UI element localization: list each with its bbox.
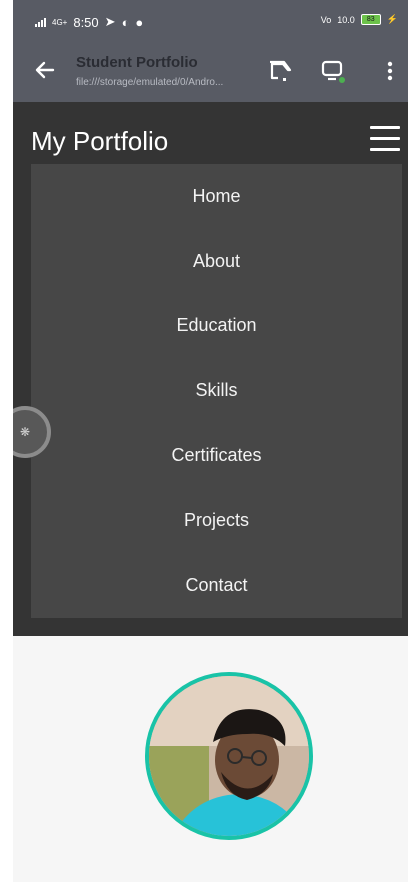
page-url[interactable]: file:///storage/emulated/0/Andro... (76, 77, 223, 88)
nav-item-contact[interactable]: Contact (31, 553, 402, 618)
cast-icon[interactable] (267, 58, 293, 84)
browser-toolbar: Student Portfolio file:///storage/emulat… (13, 42, 408, 102)
nav-label: Home (192, 185, 241, 206)
site-brand[interactable]: My Portfolio (31, 126, 168, 157)
site-header: My Portfolio Home About Education Skills… (13, 102, 408, 636)
device-icon[interactable] (320, 58, 346, 84)
telegram-icon: ➤ (104, 14, 116, 29)
nav-label: Contact (185, 574, 248, 595)
nav-item-education[interactable]: Education (31, 294, 402, 359)
sparkle-icon: ❋ (19, 425, 31, 439)
nav-menu: Home About Education Skills Certificates… (31, 164, 402, 618)
phone-screen: 4G+ 8:50 ➤ ◐ ● Vo 10.0 83 ⚡ Student Port… (13, 0, 408, 882)
nav-label: Certificates (171, 445, 262, 466)
chat-icon: ● (135, 14, 144, 30)
hamburger-icon[interactable] (370, 126, 400, 156)
nav-label: About (192, 250, 241, 271)
status-left: 4G+ 8:50 ➤ ◐ ● (35, 14, 143, 30)
signal-icon (35, 17, 46, 27)
back-arrow-icon[interactable] (33, 58, 57, 82)
nav-item-projects[interactable]: Projects (31, 488, 402, 553)
profile-photo (149, 676, 309, 836)
app-icon: ◐ (121, 14, 130, 30)
status-time: 8:50 (73, 14, 99, 30)
charging-icon: ⚡ (386, 14, 398, 24)
nav-item-certificates[interactable]: Certificates (31, 423, 402, 488)
status-bar: 4G+ 8:50 ➤ ◐ ● Vo 10.0 83 ⚡ (13, 0, 408, 42)
volte-label: Vo (320, 14, 332, 25)
status-right: Vo 10.0 83 ⚡ (321, 14, 398, 25)
page-title: Student Portfolio (76, 54, 198, 71)
nav-label: Skills (195, 380, 238, 401)
nav-label: Education (176, 315, 257, 336)
nav-label: Projects (183, 509, 250, 530)
speed-label: 10.0 (337, 14, 355, 25)
nav-item-about[interactable]: About (31, 229, 402, 294)
more-vert-icon[interactable] (377, 58, 403, 84)
nav-item-skills[interactable]: Skills (31, 358, 402, 423)
profile-avatar (145, 672, 313, 840)
nav-item-home[interactable]: Home (31, 164, 402, 229)
network-label: 4G+ (52, 17, 68, 27)
battery-icon: 83 (360, 14, 381, 25)
